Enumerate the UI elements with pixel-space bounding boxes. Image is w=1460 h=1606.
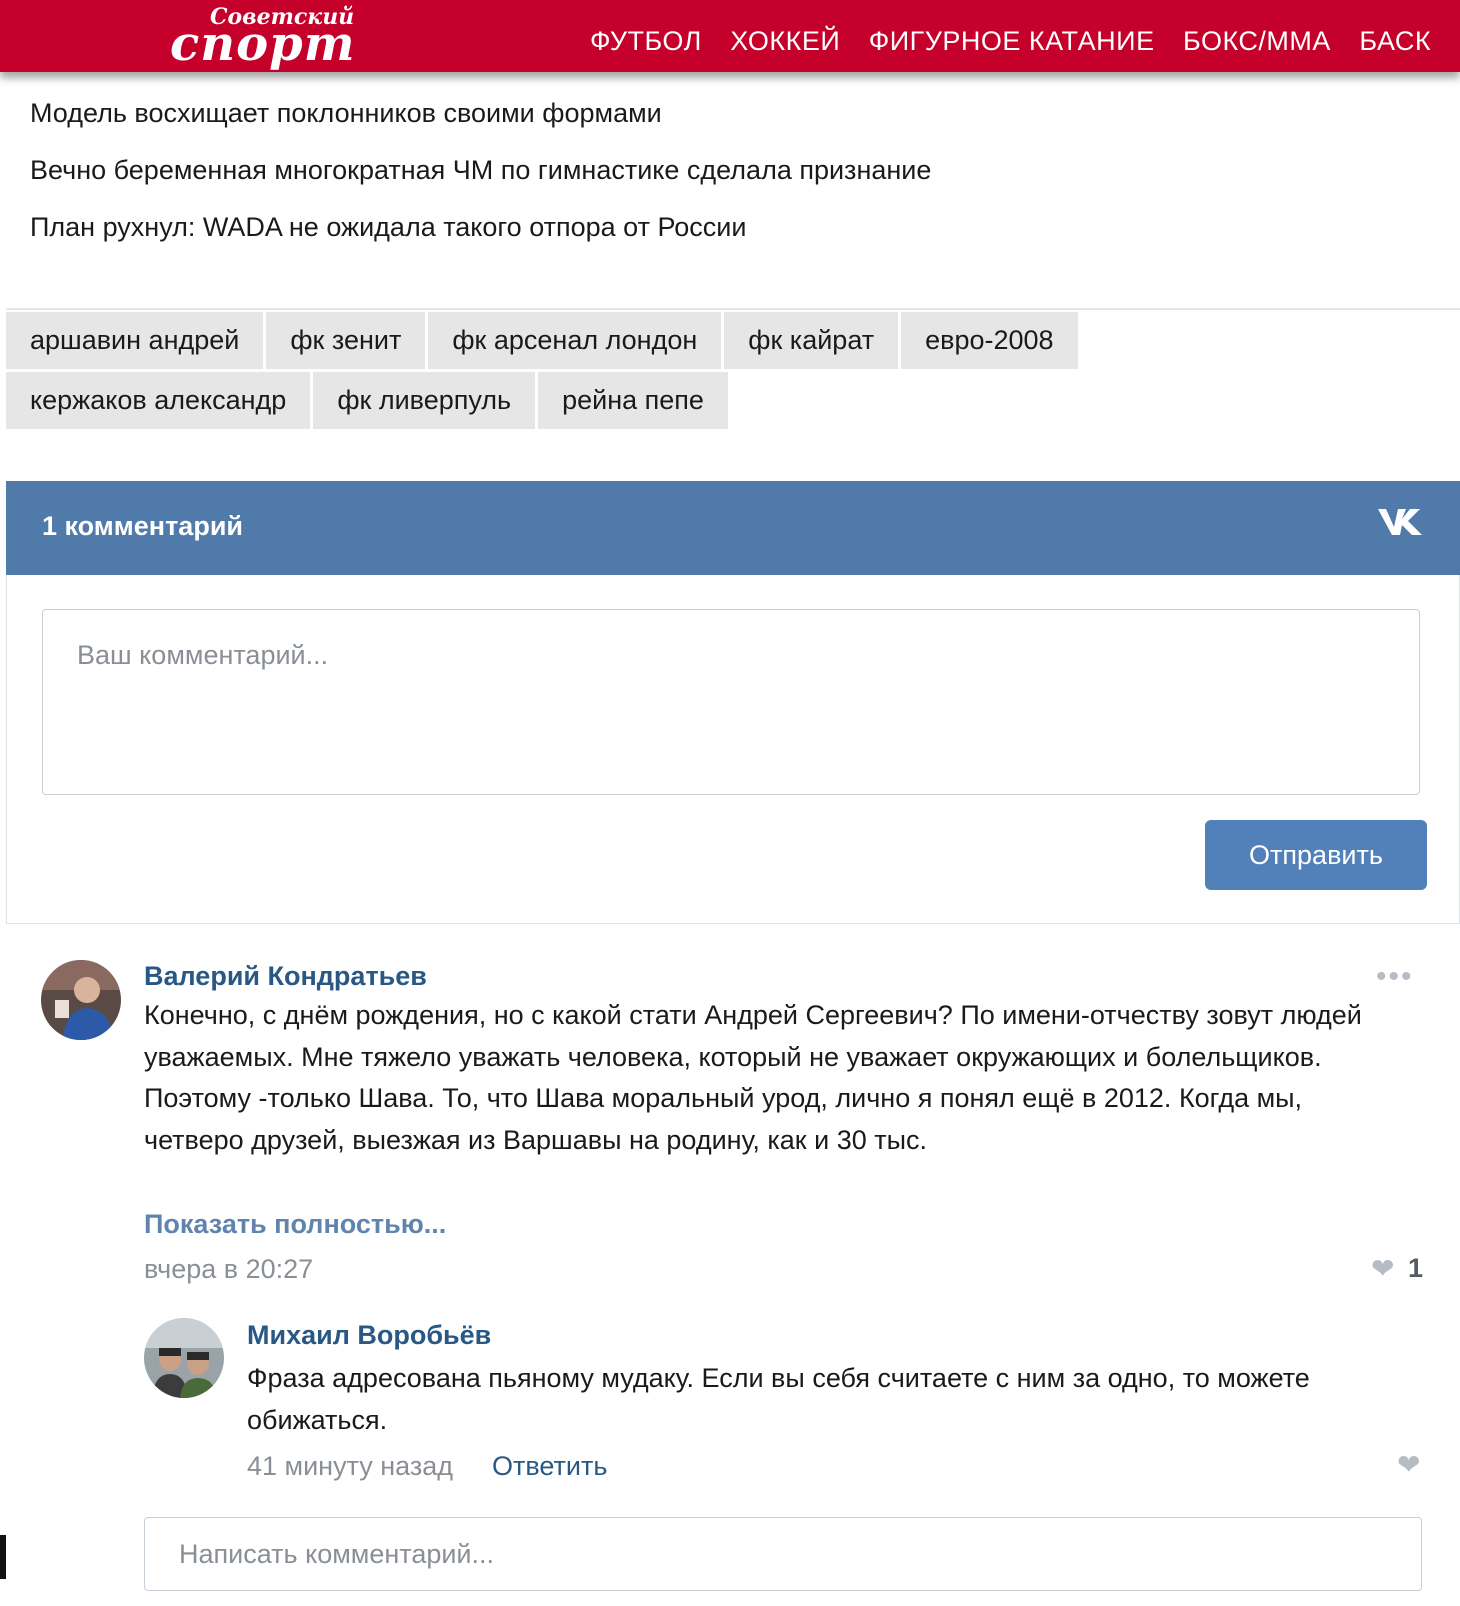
comment-author[interactable]: Михаил Воробьёв	[247, 1320, 491, 1351]
nav-item-boxing-mma[interactable]: БОКС/ММА	[1183, 26, 1331, 56]
nav-item-basketball[interactable]: БАСК	[1359, 26, 1431, 56]
tag[interactable]: рейна пепе	[538, 372, 728, 429]
related-article-link[interactable]: Модель восхищает поклонников своими форм…	[30, 96, 931, 153]
comment-author[interactable]: Валерий Кондратьев	[144, 961, 427, 992]
nav-item-football[interactable]: ФУТБОЛ	[590, 26, 702, 56]
comment-text: Конечно, с днём рождения, но с какой ста…	[144, 1000, 1362, 1155]
tag[interactable]: аршавин андрей	[6, 312, 264, 369]
reply-link[interactable]: Ответить	[492, 1451, 607, 1482]
main-nav: ФУТБОЛ ХОККЕЙ ФИГУРНОЕ КАТАНИЕ БОКС/ММА …	[590, 26, 1455, 57]
related-article-link[interactable]: Вечно беременная многократная ЧМ по гимн…	[30, 153, 931, 210]
comment-timestamp[interactable]: вчера в 20:27	[144, 1254, 313, 1285]
avatar[interactable]	[41, 960, 121, 1040]
logo-big-text: спорт	[170, 16, 356, 72]
heart-icon[interactable]: ❤	[1397, 1448, 1420, 1481]
comment-text: Фраза адресована пьяному мудаку. Если вы…	[247, 1363, 1310, 1435]
site-header: Советский спорт ФУТБОЛ ХОККЕЙ ФИГУРНОЕ К…	[0, 0, 1460, 72]
tag[interactable]: кержаков александр	[6, 372, 311, 429]
vk-comments-header: 1 комментарий	[6, 481, 1460, 575]
vk-logo-icon[interactable]	[1376, 505, 1426, 548]
comment-timestamp[interactable]: 41 минуту назад	[247, 1451, 453, 1482]
show-more-link[interactable]: Показать полностью...	[144, 1209, 446, 1240]
nav-item-figure-skating[interactable]: ФИГУРНОЕ КАТАНИЕ	[869, 26, 1155, 56]
tag[interactable]: фк зенит	[266, 312, 426, 369]
tag-row: аршавин андрей фк зенит фк арсенал лондо…	[6, 312, 1206, 369]
tag-row: кержаков александр фк ливерпуль рейна пе…	[6, 372, 1206, 429]
write-comment-input[interactable]	[144, 1517, 1422, 1591]
tag[interactable]: евро-2008	[901, 312, 1078, 369]
tag-list: аршавин андрей фк зенит фк арсенал лондо…	[6, 312, 1206, 432]
edge-marker	[0, 1535, 6, 1579]
divider	[6, 308, 1460, 310]
more-dots-icon[interactable]: •••	[1376, 960, 1414, 994]
send-button[interactable]: Отправить	[1205, 820, 1427, 890]
tag[interactable]: фк ливерпуль	[313, 372, 536, 429]
site-logo[interactable]: Советский спорт	[170, 2, 360, 72]
comment-textarea[interactable]	[42, 609, 1420, 795]
comment-form: Отправить	[6, 575, 1460, 924]
tag[interactable]: фк кайрат	[724, 312, 899, 369]
tag[interactable]: фк арсенал лондон	[428, 312, 722, 369]
related-article-link[interactable]: План рухнул: WADA не ожидала такого отпо…	[30, 210, 931, 267]
like-count: 1	[1408, 1253, 1424, 1283]
nav-item-hockey[interactable]: ХОККЕЙ	[730, 26, 840, 56]
avatar[interactable]	[144, 1318, 224, 1398]
heart-icon[interactable]: ❤	[1371, 1252, 1394, 1285]
related-articles: Модель восхищает поклонников своими форм…	[30, 96, 931, 267]
comments-count-title: 1 комментарий	[42, 511, 244, 541]
